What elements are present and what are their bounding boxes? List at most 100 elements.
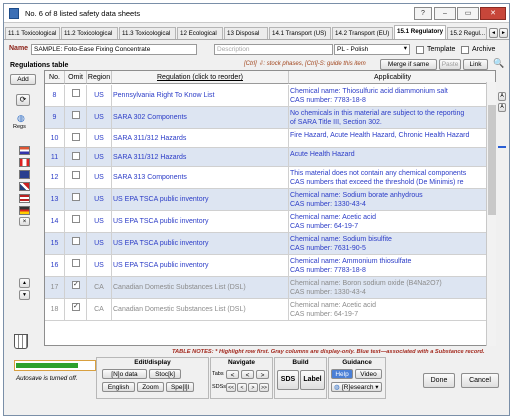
remove-flag-button[interactable]: × bbox=[19, 217, 30, 226]
label-build-button[interactable]: Label bbox=[300, 370, 325, 390]
table-row[interactable]: 14 US US EPA TSCA public inventory Chemical… bbox=[45, 211, 495, 233]
zoom-icon[interactable]: 🔍 bbox=[493, 58, 504, 69]
omit-checkbox[interactable] bbox=[72, 89, 80, 97]
archive-checkbox[interactable] bbox=[461, 46, 469, 54]
trash-icon[interactable] bbox=[14, 334, 28, 349]
regulation-cell[interactable]: Canadian Domestic Substances List (DSL) bbox=[112, 277, 289, 298]
paste-button[interactable]: Paste bbox=[439, 59, 461, 70]
table-row[interactable]: 18 CACanadian Domestic Substances List (D… bbox=[45, 299, 495, 321]
move-down-button[interactable]: ▼ bbox=[19, 290, 30, 300]
tab-scroll-left[interactable]: ◄ bbox=[489, 28, 498, 38]
flag-germany-icon[interactable] bbox=[19, 206, 30, 215]
applicability-cell[interactable]: Chemical name: Sodium bisulfite CAS numbe… bbox=[289, 233, 495, 254]
omit-checkbox[interactable] bbox=[72, 215, 80, 223]
regulation-cell[interactable]: US EPA TSCA public inventory bbox=[112, 233, 289, 254]
table-row[interactable]: 17 CACanadian Domestic Substances List (D… bbox=[45, 277, 495, 299]
tab-next-button[interactable]: > bbox=[256, 370, 269, 379]
link-button[interactable]: Link bbox=[463, 59, 488, 70]
omit-checkbox[interactable] bbox=[72, 152, 80, 160]
tab-13[interactable]: 13 Disposal bbox=[224, 27, 268, 39]
applicability-cell[interactable]: Fire Hazard, Acute Health Hazard, Chroni… bbox=[289, 129, 495, 147]
scrollbar-thumb[interactable] bbox=[488, 105, 496, 215]
research-button[interactable]: ◍ [R]esearch ▾ bbox=[331, 382, 382, 392]
flag-us-icon[interactable] bbox=[19, 194, 30, 203]
close-button[interactable]: ✕ bbox=[480, 7, 506, 20]
col-regulation[interactable]: Regulation (click to reorder) bbox=[112, 71, 289, 84]
table-row[interactable]: 15 US US EPA TSCA public inventory Chemical… bbox=[45, 233, 495, 255]
table-row[interactable]: 13 US US EPA TSCA public inventory Chemical… bbox=[45, 189, 495, 211]
merge-button[interactable]: Merge if same bbox=[380, 59, 437, 70]
omit-checkbox[interactable] bbox=[72, 171, 80, 179]
name-input[interactable]: SAMPLE: Foto-Ease Fixing Concentrate bbox=[31, 44, 197, 55]
col-no[interactable]: No. bbox=[45, 71, 65, 84]
col-applicability[interactable]: Applicability bbox=[289, 71, 495, 84]
regulation-cell[interactable]: SARA 302 Components bbox=[112, 107, 289, 128]
omit-checkbox[interactable] bbox=[72, 133, 80, 141]
regulation-cell[interactable]: SARA 313 Components bbox=[112, 167, 289, 188]
tab-prev-end-button[interactable]: < bbox=[226, 370, 239, 379]
tab-14-1[interactable]: 14.1 Transport (US) bbox=[269, 27, 331, 39]
globe-icon[interactable]: ◍ bbox=[17, 113, 25, 124]
cancel-button[interactable]: Cancel bbox=[461, 373, 499, 388]
tab-scroll-right[interactable]: ► bbox=[499, 28, 508, 38]
minimize-button[interactable]: – bbox=[434, 7, 456, 20]
table-row[interactable]: 9 US SARA 302 Components No chemicals in th… bbox=[45, 107, 495, 129]
tab-14-2[interactable]: 14.2 Transport (EU) bbox=[332, 27, 393, 39]
applicability-cell[interactable]: Chemical name: Ammonium thiosulfate CAS n… bbox=[289, 255, 495, 276]
col-region[interactable]: Region bbox=[87, 71, 112, 84]
tab-15-1[interactable]: 15.1 Regulatory bbox=[394, 25, 446, 39]
omit-checkbox[interactable] bbox=[72, 302, 80, 311]
no-data-button[interactable]: [N]o data bbox=[102, 369, 147, 379]
regulation-cell[interactable]: Canadian Domestic Substances List (DSL) bbox=[112, 299, 289, 320]
tab-11-2[interactable]: 11.2 Toxicological bbox=[61, 27, 118, 39]
regulation-cell[interactable]: US EPA TSCA public inventory bbox=[112, 189, 289, 210]
col-omit[interactable]: Omit bbox=[65, 71, 87, 84]
stock-button[interactable]: Stoc[k] bbox=[149, 369, 181, 379]
sds-last-button[interactable]: >> bbox=[259, 383, 269, 392]
text-smaller-button[interactable]: A bbox=[498, 103, 506, 112]
sds-build-button[interactable]: SDS bbox=[277, 370, 299, 390]
applicability-cell[interactable]: Chemical name: Acetic acid CAS number: 64… bbox=[289, 211, 495, 232]
sds-first-button[interactable]: << bbox=[226, 383, 236, 392]
omit-checkbox[interactable] bbox=[72, 280, 80, 289]
regulation-cell[interactable]: SARA 311/312 Hazards bbox=[112, 129, 289, 147]
tab-15-2[interactable]: 15.2 Regul... bbox=[447, 27, 487, 39]
omit-checkbox[interactable] bbox=[72, 237, 80, 245]
regulation-cell[interactable]: SARA 311/312 Hazards bbox=[112, 148, 289, 166]
table-row[interactable]: 11 US SARA 311/312 Hazards Acute Health Haz… bbox=[45, 148, 495, 167]
tab-prev-button[interactable]: < bbox=[241, 370, 254, 379]
sds-next-button[interactable]: > bbox=[248, 383, 258, 392]
applicability-cell[interactable]: Chemical name: Acetic acid CAS number: 64… bbox=[289, 299, 495, 320]
refresh-icon[interactable]: ⟳ bbox=[16, 94, 30, 106]
omit-checkbox[interactable] bbox=[72, 193, 80, 201]
sds-prev-button[interactable]: < bbox=[237, 383, 247, 392]
omit-checkbox[interactable] bbox=[72, 259, 80, 267]
applicability-cell[interactable]: This material does not contain any chemi… bbox=[289, 167, 495, 188]
description-input[interactable]: Description bbox=[214, 44, 333, 55]
flag-eu-icon[interactable] bbox=[19, 170, 30, 179]
help-window-button[interactable]: ? bbox=[414, 7, 432, 20]
table-row[interactable]: 16 US US EPA TSCA public inventory Chemical… bbox=[45, 255, 495, 277]
done-button[interactable]: Done bbox=[423, 373, 455, 388]
move-up-button[interactable]: ▲ bbox=[19, 278, 30, 288]
tab-12[interactable]: 12 Ecological bbox=[177, 27, 223, 39]
add-button[interactable]: Add bbox=[10, 74, 36, 85]
applicability-cell[interactable]: Chemical name: Thiosulfuric acid diammon… bbox=[289, 85, 495, 106]
zoom-button[interactable]: Zoom bbox=[137, 382, 164, 392]
tab-11-1[interactable]: 11.1 Toxicological bbox=[5, 27, 60, 39]
flag-uk-icon[interactable] bbox=[19, 182, 30, 191]
tab-11-3[interactable]: 11.3 Toxicological bbox=[119, 27, 176, 39]
applicability-cell[interactable]: Chemical name: Boron sodium oxide (B4Na2… bbox=[289, 277, 495, 298]
regulation-cell[interactable]: Pennsylvania Right To Know List bbox=[112, 85, 289, 106]
applicability-cell[interactable]: Acute Health Hazard bbox=[289, 148, 495, 166]
template-checkbox[interactable] bbox=[416, 46, 424, 54]
table-scrollbar[interactable] bbox=[486, 82, 496, 346]
table-row[interactable]: 10 US SARA 311/312 Hazards Fire Hazard, Acu… bbox=[45, 129, 495, 148]
language-select[interactable]: PL - Polish ▾ bbox=[334, 44, 410, 55]
help-button[interactable]: Help bbox=[331, 369, 353, 379]
applicability-cell[interactable]: Chemical name: Sodium borate anhydrous CA… bbox=[289, 189, 495, 210]
video-button[interactable]: Video bbox=[355, 369, 382, 379]
regulation-cell[interactable]: US EPA TSCA public inventory bbox=[112, 255, 289, 276]
english-button[interactable]: English bbox=[102, 382, 135, 392]
applicability-cell[interactable]: No chemicals in this material are subjec… bbox=[289, 107, 495, 128]
